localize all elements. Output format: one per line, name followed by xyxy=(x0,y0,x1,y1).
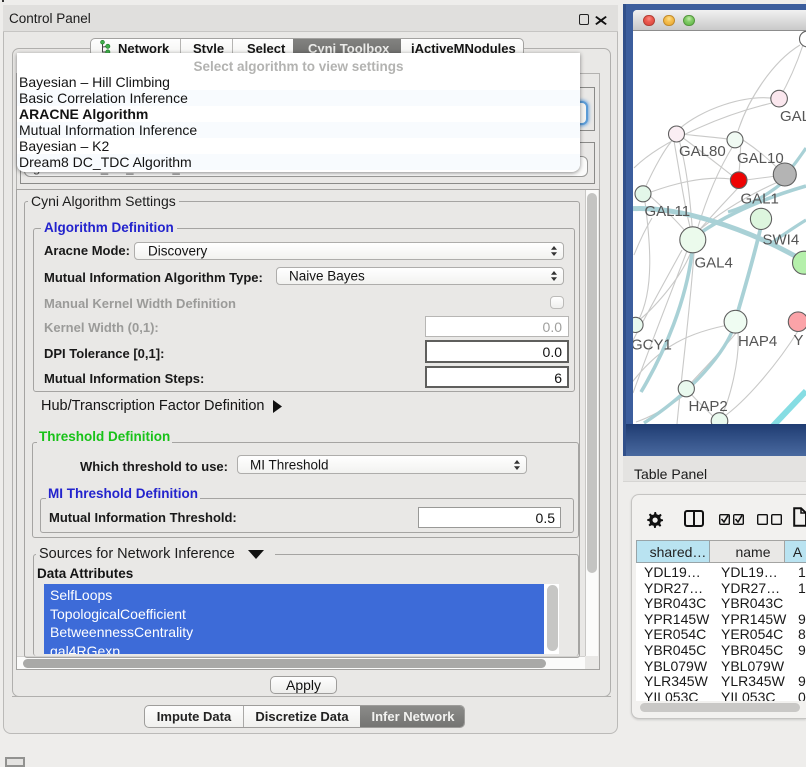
svg-text:GAL10: GAL10 xyxy=(737,150,784,167)
svg-text:GCY1: GCY1 xyxy=(633,337,672,354)
svg-text:GAL4: GAL4 xyxy=(695,254,733,271)
svg-text:GAL: GAL xyxy=(780,108,806,125)
svg-text:GAL11: GAL11 xyxy=(645,203,691,220)
svg-text:GAL80: GAL80 xyxy=(679,143,726,160)
svg-text:SWI4: SWI4 xyxy=(763,231,800,248)
svg-text:GAL1: GAL1 xyxy=(741,191,779,208)
svg-text:HAP2: HAP2 xyxy=(689,398,728,415)
svg-text:HAP4: HAP4 xyxy=(738,333,777,350)
svg-text:Y: Y xyxy=(794,332,804,349)
